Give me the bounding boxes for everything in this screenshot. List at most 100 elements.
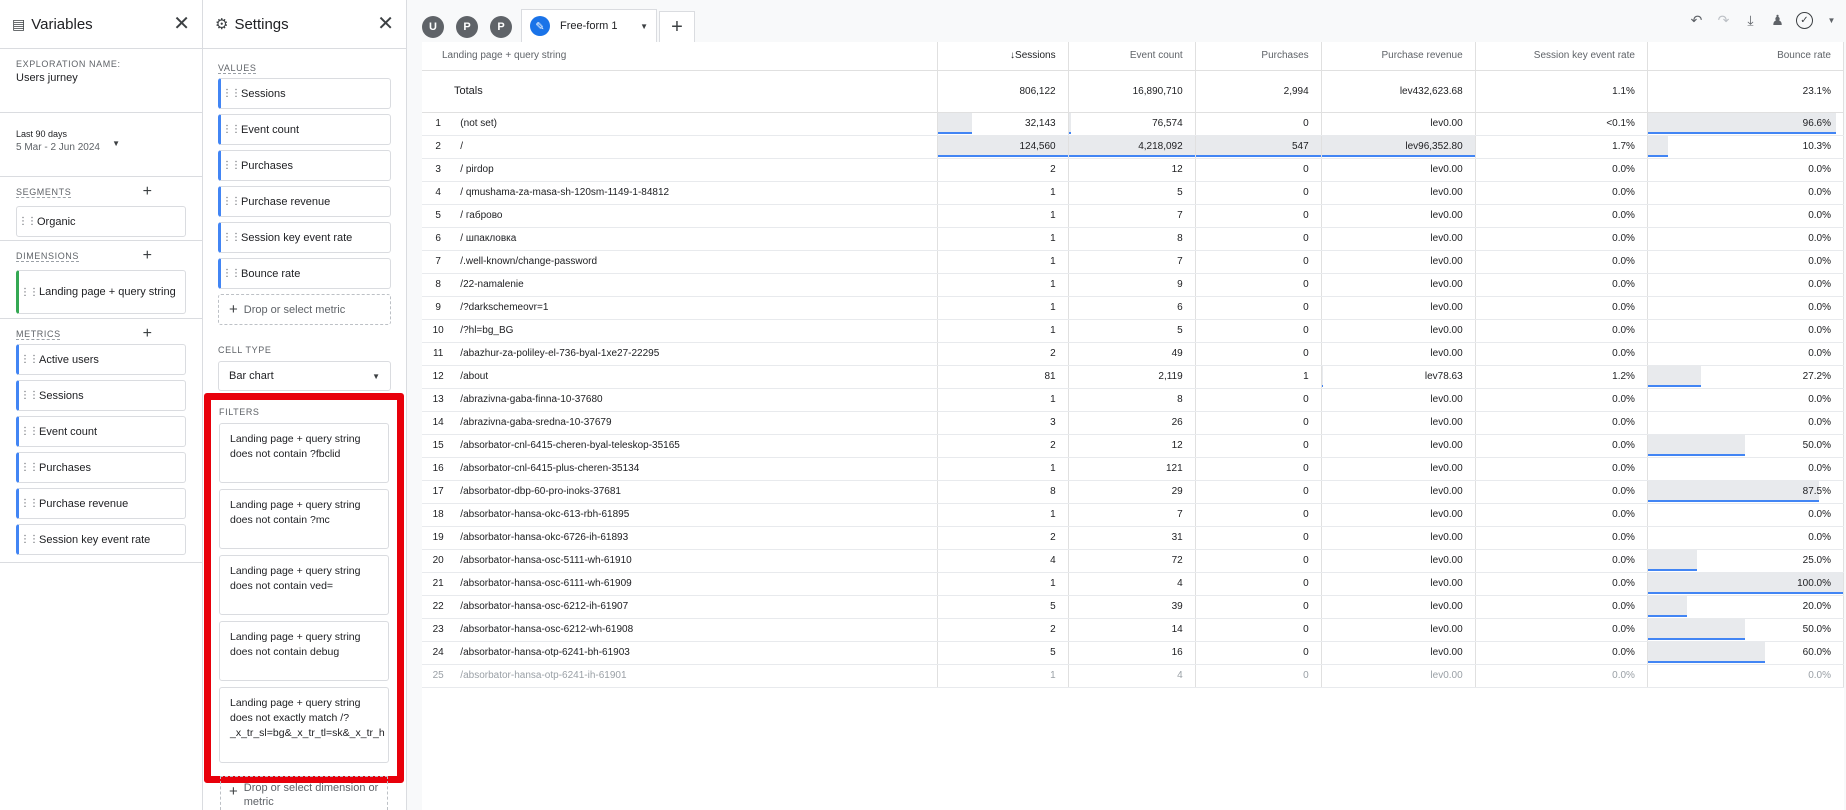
- table-row[interactable]: 5 / габрово 1 7 0 lev0.00 0.0% 0.0%: [422, 204, 1844, 228]
- filters-highlight: FILTERS Landing page + query string does…: [204, 393, 404, 783]
- table-row[interactable]: 21/absorbator-hansa-osc-6111-wh-61909 1 4 0…: [422, 572, 1844, 596]
- table-row[interactable]: 16/absorbator-cnl-6415-plus-cheren-35134…: [422, 457, 1844, 481]
- chevron-down-icon[interactable]: ▼: [1823, 16, 1840, 25]
- close-icon[interactable]: ✕: [173, 14, 190, 34]
- metric-chip[interactable]: ⋮⋮ Event count: [16, 416, 186, 447]
- metric-chip[interactable]: ⋮⋮ Purchases: [16, 452, 186, 483]
- value-chip[interactable]: ⋮⋮ Event count: [218, 114, 391, 145]
- table-row[interactable]: 6 / шпакловка 1 8 0 lev0.00 0.0% 0.0%: [422, 227, 1844, 251]
- drop-metric-target[interactable]: + Drop or select metric: [218, 294, 391, 325]
- table-row[interactable]: 3 / pirdop 2 12 0 lev0.00 0.0% 0.0%: [422, 158, 1844, 182]
- table-row[interactable]: 13/abrazivna-gaba-finna-10-37680 1 8 0 lev0.…: [422, 388, 1844, 412]
- tab-free-form[interactable]: ✎ Free-form 1 ▼: [521, 8, 657, 46]
- redo-icon[interactable]: ↷: [1715, 12, 1732, 29]
- filter-chip[interactable]: Landing page + query string does not con…: [219, 423, 389, 483]
- drag-handle-icon[interactable]: ⋮⋮: [19, 498, 39, 509]
- table-row[interactable]: 1 (not set) 32,143 76,574 0 lev0.00 <0.1% 96.6%: [422, 112, 1844, 136]
- filter-chip[interactable]: Landing page + query string does not con…: [219, 555, 389, 615]
- table-row[interactable]: 7 /.well-known/change-password 1 7 0 lev0.00 0…: [422, 250, 1844, 274]
- metric-chip[interactable]: ⋮⋮ Sessions: [16, 380, 186, 411]
- add-metric-icon[interactable]: +: [143, 325, 152, 343]
- drag-handle-icon[interactable]: ⋮⋮: [221, 124, 241, 135]
- table-row[interactable]: 8/22-namalenie 1 9 0 lev0.00 0.0% 0.0%: [422, 273, 1844, 297]
- drag-handle-icon[interactable]: ⋮⋮: [19, 354, 39, 365]
- column-header-bounce-rate[interactable]: Bounce rate: [1647, 42, 1844, 71]
- chevron-down-icon[interactable]: ▼: [640, 22, 648, 31]
- add-tab-button[interactable]: +: [659, 11, 695, 43]
- column-header-landing-page[interactable]: Landing page + query string: [422, 42, 939, 71]
- total-sessions: 806,122: [937, 70, 1069, 113]
- close-icon[interactable]: ✕: [377, 14, 394, 34]
- bounce-rate-cell: 0.0%: [1647, 158, 1844, 182]
- table-row[interactable]: 17/absorbator-dbp-60-pro-inoks-37681 8 29 0…: [422, 480, 1844, 504]
- table-row[interactable]: 10 /?hl=bg_BG 1 5 0 lev0.00 0.0% 0.0%: [422, 319, 1844, 343]
- exploration-name-input[interactable]: Users jurney: [16, 72, 186, 84]
- table-row[interactable]: 4 / qmushama-za-masa-sh-120sm-1149-1-8481…: [422, 181, 1844, 205]
- table-row[interactable]: 19/absorbator-hansa-okc-6726-ih-61893 2 31…: [422, 526, 1844, 550]
- drag-handle-icon[interactable]: ⋮⋮: [221, 88, 241, 99]
- metric-chip[interactable]: ⋮⋮ Purchase revenue: [16, 488, 186, 519]
- purchases-cell: 0: [1195, 434, 1322, 458]
- filter-chip[interactable]: Landing page + query string does not con…: [219, 621, 389, 681]
- chevron-down-icon[interactable]: ▼: [112, 139, 120, 148]
- drag-handle-icon[interactable]: ⋮⋮: [221, 196, 241, 207]
- landing-page-cell-value: /absorbator-hansa-otp-6241-bh-61903: [460, 647, 630, 658]
- drag-handle-icon[interactable]: ⋮⋮: [19, 390, 39, 401]
- table-row[interactable]: 12/about 81 2,119 1 lev78.63 1.2% 27.2%: [422, 365, 1844, 389]
- check-circle-icon[interactable]: ✓: [1796, 12, 1813, 29]
- add-segment-icon[interactable]: +: [143, 183, 152, 201]
- date-range-picker[interactable]: Last 90 days 5 Mar - 2 Jun 2024 ▼: [0, 113, 202, 177]
- add-dimension-icon[interactable]: +: [143, 247, 152, 265]
- sessions-cell: 1: [937, 319, 1069, 343]
- table-row[interactable]: 25/absorbator-hansa-otp-6241-ih-61901 1 4 0…: [422, 664, 1844, 688]
- share-user-icon[interactable]: ♟: [1769, 12, 1786, 29]
- row-index-value: 13: [432, 394, 444, 405]
- sessions-cell-value: 8: [1050, 486, 1056, 497]
- value-chip[interactable]: ⋮⋮ Purchase revenue: [218, 186, 391, 217]
- table-row[interactable]: 9 /?darkschemeovr=1 1 6 0 lev0.00 0.0% 0.0%: [422, 296, 1844, 320]
- drag-handle-icon[interactable]: ⋮⋮: [19, 534, 39, 545]
- event-count-cell: 8: [1068, 388, 1196, 412]
- download-icon[interactable]: ⤓: [1742, 12, 1759, 29]
- undo-icon[interactable]: ↶: [1688, 12, 1705, 29]
- drag-handle-icon[interactable]: ⋮⋮: [221, 268, 241, 279]
- tab-u[interactable]: U: [422, 16, 444, 38]
- table-row[interactable]: 20/absorbator-hansa-osc-5111-wh-61910 4 72…: [422, 549, 1844, 573]
- drag-handle-icon[interactable]: ⋮⋮: [221, 160, 241, 171]
- table-row[interactable]: 24/absorbator-hansa-otp-6241-bh-61903 5 16…: [422, 641, 1844, 665]
- column-header-session-key-event-rate[interactable]: Session key event rate: [1475, 42, 1648, 71]
- row-index-value: 3: [435, 164, 441, 175]
- value-chip[interactable]: ⋮⋮ Session key event rate: [218, 222, 391, 253]
- column-header-purchases[interactable]: Purchases: [1195, 42, 1322, 71]
- bounce-rate-cell-value: 0.0%: [1808, 348, 1831, 359]
- value-chip[interactable]: ⋮⋮ Bounce rate: [218, 258, 391, 289]
- tab-p2[interactable]: P: [490, 16, 512, 38]
- column-header-event-count[interactable]: Event count: [1068, 42, 1196, 71]
- table-row[interactable]: 11/abazhur-za-poliley-el-736-byal-1xe27-…: [422, 342, 1844, 366]
- dimension-chip[interactable]: ⋮⋮ Landing page + query string: [16, 270, 186, 314]
- drop-filter-target[interactable]: + Drop or select dimension or metric: [220, 776, 388, 810]
- drag-handle-icon[interactable]: ⋮⋮: [19, 287, 39, 298]
- value-chip[interactable]: ⋮⋮ Purchases: [218, 150, 391, 181]
- tab-p1[interactable]: P: [456, 16, 478, 38]
- metric-chip[interactable]: ⋮⋮ Session key event rate: [16, 524, 186, 555]
- drag-handle-icon[interactable]: ⋮⋮: [221, 232, 241, 243]
- table-row[interactable]: 23/absorbator-hansa-osc-6212-wh-61908 2 14…: [422, 618, 1844, 642]
- drag-handle-icon[interactable]: ⋮⋮: [19, 426, 39, 437]
- metric-chip[interactable]: ⋮⋮ Active users: [16, 344, 186, 375]
- segment-chip[interactable]: ⋮⋮ Organic: [16, 206, 186, 237]
- drag-handle-icon[interactable]: ⋮⋮: [19, 462, 39, 473]
- table-row[interactable]: 15/absorbator-cnl-6415-cheren-byal-teles…: [422, 434, 1844, 458]
- filter-chip[interactable]: Landing page + query string does not exa…: [219, 687, 389, 763]
- filter-chip[interactable]: Landing page + query string does not con…: [219, 489, 389, 549]
- table-row[interactable]: 2 / 124,560 4,218,092 547 lev96,352.80 1.7% 10.…: [422, 135, 1844, 159]
- column-header-sessions[interactable]: ↓Sessions: [937, 42, 1069, 71]
- table-row[interactable]: 22/absorbator-hansa-osc-6212-ih-61907 5 39…: [422, 595, 1844, 619]
- table-row[interactable]: 18/absorbator-hansa-okc-613-rbh-61895 1 7 0…: [422, 503, 1844, 527]
- value-chip[interactable]: ⋮⋮ Sessions: [218, 78, 391, 109]
- cell-type-select[interactable]: Bar chart ▼: [218, 361, 391, 391]
- column-header-purchase-revenue[interactable]: Purchase revenue: [1321, 42, 1476, 71]
- drag-handle-icon[interactable]: ⋮⋮: [17, 216, 37, 227]
- table-row[interactable]: 14/abrazivna-gaba-sredna-10-37679 3 26 0 lev…: [422, 411, 1844, 435]
- key-event-rate-cell: 0.0%: [1475, 250, 1648, 274]
